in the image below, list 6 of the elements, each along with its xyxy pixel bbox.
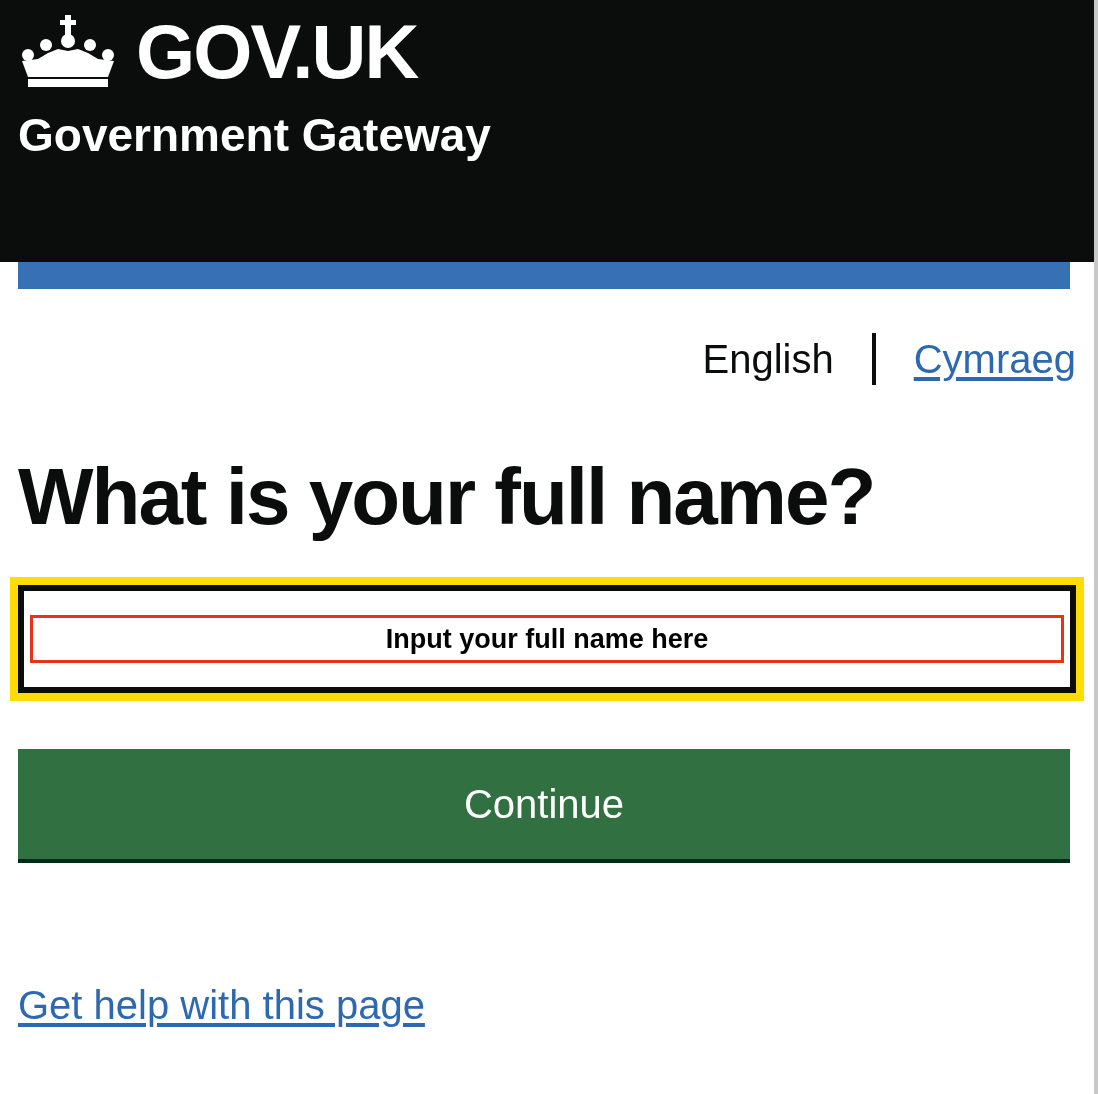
input-field[interactable]: Input your full name here: [10, 577, 1084, 701]
annotation-label: Input your full name here: [30, 615, 1064, 663]
language-option: English: [702, 339, 834, 379]
help-link[interactable]: Get help with this page: [18, 975, 425, 1035]
language-option[interactable]: Cymraeg: [913, 339, 1076, 379]
logo-text: GOV.UK: [136, 14, 418, 90]
